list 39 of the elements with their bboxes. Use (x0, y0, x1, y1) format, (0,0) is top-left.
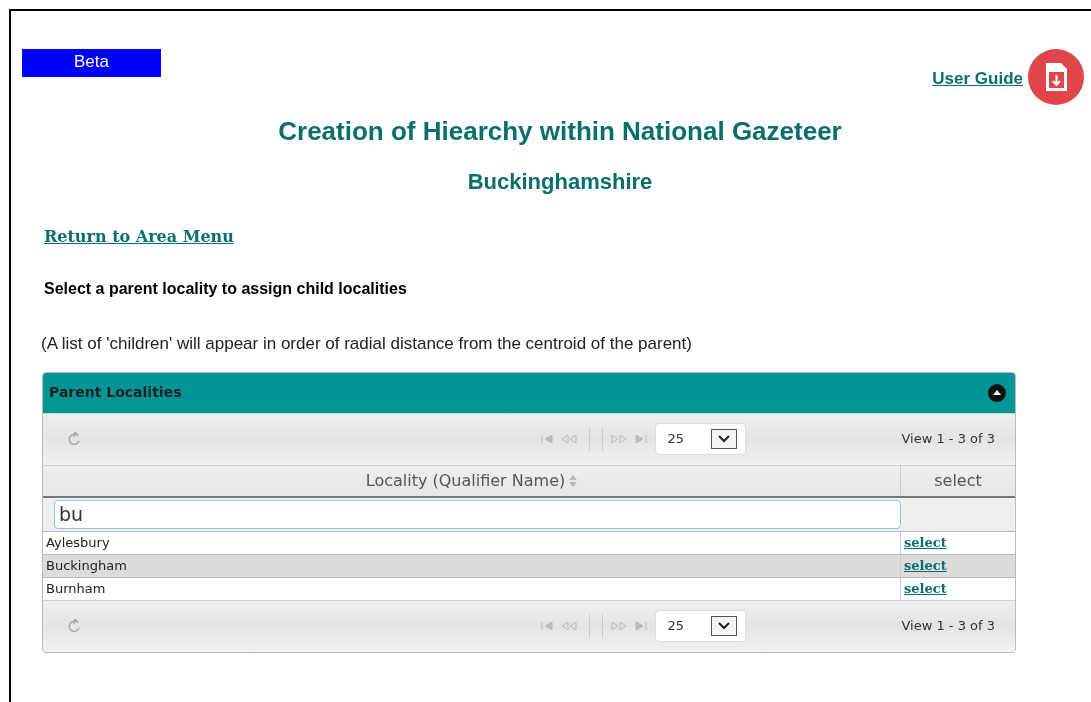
collapse-icon[interactable] (988, 383, 1006, 402)
instruction-text: Select a parent locality to assign child localities (44, 279, 408, 299)
page-subtitle: Buckinghamshire (466, 168, 654, 196)
user-guide-link[interactable]: User Guide (932, 66, 1023, 92)
table-cell: Burnham (43, 577, 901, 600)
select-link[interactable]: select (904, 557, 947, 573)
note-text: (A list of 'children' will appear in order of radial distance from the centroid of the parent) (41, 333, 693, 355)
next-page-icon[interactable] (610, 435, 627, 443)
select-link[interactable]: select (904, 534, 947, 550)
beta-badge: Beta (22, 49, 161, 77)
page-title: Creation of Hiearchy within National Gazeteer (277, 115, 843, 148)
page-size-select[interactable]: 25 (654, 610, 746, 642)
table-cell: Buckingham (43, 554, 901, 577)
grid-title: Parent Localities (49, 383, 182, 402)
chevron-down-icon (710, 616, 737, 636)
column-label: select (934, 469, 982, 492)
record-count: View 1 - 3 of 3 (900, 430, 995, 449)
last-page-icon[interactable] (634, 435, 647, 443)
next-page-icon[interactable] (610, 622, 627, 630)
return-link[interactable]: Return to Area Menu (44, 225, 234, 249)
chevron-down-icon (710, 429, 737, 449)
record-count: View 1 - 3 of 3 (900, 617, 995, 636)
table-row[interactable]: Aylesbury select (43, 530, 1015, 554)
refresh-icon[interactable] (67, 431, 81, 447)
select-link[interactable]: select (904, 580, 947, 596)
sort-icon[interactable] (569, 474, 578, 487)
first-page-icon[interactable] (540, 435, 553, 443)
table-cell: Aylesbury (43, 531, 901, 554)
refresh-icon[interactable] (67, 618, 81, 634)
filter-input[interactable]: bu (54, 499, 901, 529)
pdf-download-icon[interactable] (1027, 48, 1085, 106)
first-page-icon[interactable] (540, 622, 553, 630)
table-row[interactable]: Burnham select (43, 576, 1015, 600)
table-row[interactable]: Buckingham select (43, 553, 1015, 577)
previous-page-icon[interactable] (560, 435, 577, 443)
page-size-select[interactable]: 25 (654, 423, 746, 455)
last-page-icon[interactable] (634, 622, 647, 630)
column-label: Locality (Qualifier Name) (365, 469, 566, 492)
previous-page-icon[interactable] (560, 622, 577, 630)
